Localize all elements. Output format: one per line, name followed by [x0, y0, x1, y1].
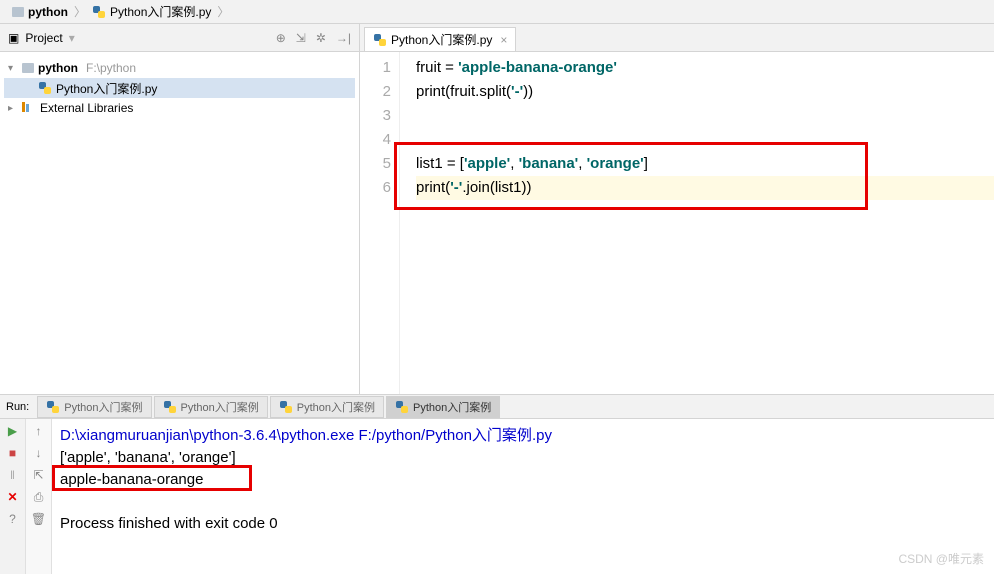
chevron-right-icon: 〉	[217, 3, 229, 20]
run-tab[interactable]: Python入门案例	[37, 396, 151, 418]
code-area[interactable]: fruit = 'apple-banana-orange' print(frui…	[400, 52, 994, 394]
run-body: ▶ ■ ‖ ✕ ? ↑ ↓ ⇱ ⎙ 🗑 D:\xiangmuruanjian\p…	[0, 419, 994, 574]
chevron-right-icon: 〉	[74, 3, 86, 20]
hide-icon[interactable]: →|	[336, 31, 351, 45]
python-icon	[395, 400, 409, 414]
tree-root[interactable]: ▾ python F:\python	[4, 58, 355, 78]
collapse-icon[interactable]: ⇲	[296, 31, 306, 45]
breadcrumb: python 〉 Python入门案例.py 〉	[0, 0, 994, 24]
python-icon	[163, 400, 177, 414]
layout-icon[interactable]: ▣	[8, 31, 19, 45]
stop-icon[interactable]: ■	[5, 445, 21, 461]
run-tab[interactable]: Python入门案例	[270, 396, 384, 418]
project-pane: ▣ Project ▾ ⊕ ⇲ ✲ →| ▾ python F:\python …	[0, 24, 360, 394]
export-icon[interactable]: ⇱	[31, 467, 47, 483]
gear-icon[interactable]: ✲	[316, 31, 326, 45]
library-icon	[22, 102, 36, 114]
editor[interactable]: 123 456 fruit = 'apple-banana-orange' pr…	[360, 52, 994, 394]
project-header-label: Project	[25, 31, 62, 45]
tree-file-selected[interactable]: Python入门案例.py	[4, 78, 355, 98]
help-icon[interactable]: ?	[5, 511, 21, 527]
dropdown-icon[interactable]: ▾	[69, 31, 75, 45]
main-split: ▣ Project ▾ ⊕ ⇲ ✲ →| ▾ python F:\python …	[0, 24, 994, 394]
console-output[interactable]: D:\xiangmuruanjian\python-3.6.4\python.e…	[52, 419, 994, 574]
play-icon[interactable]: ▶	[5, 423, 21, 439]
python-icon	[373, 33, 387, 47]
run-tab[interactable]: Python入门案例	[154, 396, 268, 418]
project-tree: ▾ python F:\python Python入门案例.py ▸ Exter…	[0, 52, 359, 124]
folder-icon	[12, 7, 24, 17]
python-icon	[38, 81, 52, 95]
close-icon[interactable]: ×	[500, 33, 507, 47]
run-panel: Run: Python入门案例 Python入门案例 Python入门案例 Py…	[0, 394, 994, 574]
run-tabs-bar: Run: Python入门案例 Python入门案例 Python入门案例 Py…	[0, 395, 994, 419]
gutter: 123 456	[360, 52, 400, 394]
editor-tabs: Python入门案例.py ×	[360, 24, 994, 52]
run-label: Run:	[6, 401, 29, 413]
breadcrumb-file[interactable]: Python入门案例.py	[88, 3, 215, 20]
arrow-down-icon[interactable]: ↓	[31, 445, 47, 461]
print-icon[interactable]: ⎙	[31, 489, 47, 505]
folder-icon	[22, 63, 34, 73]
run-tab-active[interactable]: Python入门案例	[386, 396, 500, 418]
close-x-icon[interactable]: ✕	[5, 489, 21, 505]
run-left-gutter2: ↑ ↓ ⇱ ⎙ 🗑	[26, 419, 52, 574]
run-left-gutter: ▶ ■ ‖ ✕ ?	[0, 419, 26, 574]
chevron-right-icon[interactable]: ▸	[8, 103, 18, 114]
pause-icon[interactable]: ‖	[5, 467, 21, 483]
project-header: ▣ Project ▾ ⊕ ⇲ ✲ →|	[0, 24, 359, 52]
editor-tab[interactable]: Python入门案例.py ×	[364, 27, 516, 51]
editor-pane: Python入门案例.py × 123 456 fruit = 'apple-b…	[360, 24, 994, 394]
arrow-up-icon[interactable]: ↑	[31, 423, 47, 439]
tree-external-libs[interactable]: ▸ External Libraries	[4, 98, 355, 118]
python-icon	[279, 400, 293, 414]
chevron-down-icon[interactable]: ▾	[8, 63, 18, 74]
target-icon[interactable]: ⊕	[276, 31, 286, 45]
python-icon	[92, 5, 106, 19]
breadcrumb-root[interactable]: python	[8, 5, 72, 19]
trash-icon[interactable]: 🗑	[31, 511, 47, 527]
watermark: CSDN @唯元素	[898, 548, 984, 570]
python-icon	[46, 400, 60, 414]
